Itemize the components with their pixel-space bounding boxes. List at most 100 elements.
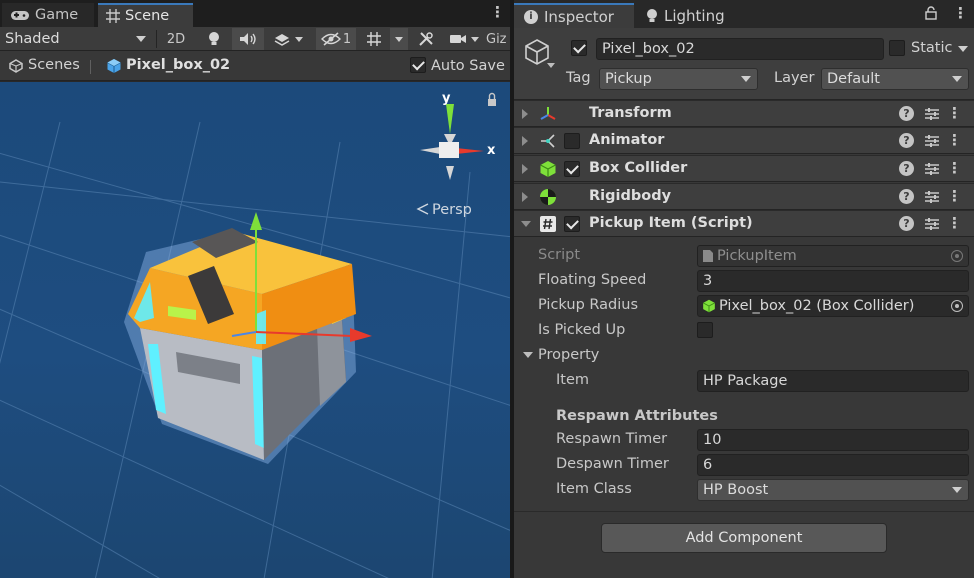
lock-icon[interactable] <box>925 6 937 20</box>
tab-game[interactable]: Game <box>2 3 94 27</box>
transform-icon <box>540 107 556 120</box>
script-icon <box>540 216 556 232</box>
camera-settings-dropdown[interactable] <box>444 28 484 50</box>
breadcrumb-object[interactable]: Pixel_box_02 <box>126 57 230 73</box>
foldout-arrow-icon[interactable] <box>522 109 528 119</box>
help-icon[interactable]: ? <box>899 106 914 121</box>
gizmo-center-cube[interactable] <box>439 142 459 158</box>
lighting-toggle-button[interactable] <box>200 28 228 50</box>
help-icon[interactable]: ? <box>899 133 914 148</box>
component-divider <box>514 511 974 512</box>
grid-options-dropdown[interactable] <box>390 28 408 50</box>
component-enabled-checkbox[interactable] <box>564 216 580 232</box>
component-enabled-checkbox[interactable] <box>564 133 580 149</box>
is-picked-up-label: Is Picked Up <box>538 322 626 338</box>
breadcrumb-scenes[interactable]: Scenes <box>28 57 80 73</box>
static-dropdown-chevron-icon[interactable] <box>958 46 968 52</box>
2d-toggle-button[interactable]: 2D <box>160 28 192 50</box>
component-animator[interactable]: Animator ? ⋮ <box>514 127 974 154</box>
static-label: Static <box>911 40 953 56</box>
scene-panel-menu-icon[interactable]: ⋮ <box>490 3 505 21</box>
projection-label[interactable]: Persp <box>432 202 472 218</box>
component-transform[interactable]: Transform ? ⋮ <box>514 100 974 127</box>
help-icon[interactable]: ? <box>899 161 914 176</box>
floating-speed-field[interactable]: 3 <box>697 270 969 292</box>
component-box-collider[interactable]: Box Collider ? ⋮ <box>514 155 974 182</box>
component-menu-icon[interactable]: ⋮ <box>947 159 962 177</box>
tab-lighting[interactable]: Lighting <box>636 3 748 28</box>
item-class-dropdown[interactable]: HP Boost <box>697 479 969 501</box>
foldout-arrow-icon[interactable] <box>522 164 528 174</box>
lock-icon[interactable] <box>488 99 496 106</box>
rigidbody-icon <box>540 189 556 205</box>
item-class-value: HP Boost <box>703 482 769 498</box>
gizmo-y-axis[interactable] <box>446 104 454 134</box>
effects-dropdown[interactable] <box>266 28 310 50</box>
gameobject-name-field[interactable]: Pixel_box_02 <box>596 38 884 60</box>
chevron-down-icon <box>952 487 962 493</box>
hidden-count: 1 <box>342 31 352 47</box>
move-handle-y-arrow[interactable] <box>250 212 262 230</box>
static-checkbox[interactable] <box>889 40 905 56</box>
animator-icon <box>541 134 555 148</box>
grid-toggle-button[interactable] <box>360 28 388 50</box>
add-component-button[interactable]: Add Component <box>601 523 887 553</box>
component-rigidbody[interactable]: Rigidbody ? ⋮ <box>514 183 974 210</box>
camera-icon <box>450 35 466 43</box>
inspector-menu-icon[interactable]: ⋮ <box>953 4 968 22</box>
layer-dropdown[interactable]: Default <box>821 68 969 90</box>
tag-dropdown[interactable]: Pickup <box>599 68 758 90</box>
presets-icon[interactable] <box>924 216 940 232</box>
scene-viewport[interactable]: y x Persp <box>0 82 510 578</box>
component-enabled-checkbox[interactable] <box>564 161 580 177</box>
script-file-icon <box>703 250 713 262</box>
component-menu-icon[interactable]: ⋮ <box>947 104 962 122</box>
move-handle-x-arrow[interactable] <box>350 328 372 342</box>
shading-mode-dropdown[interactable]: Shaded <box>0 28 154 50</box>
despawn-timer-field[interactable]: 6 <box>697 454 969 476</box>
is-picked-up-checkbox[interactable] <box>697 322 713 338</box>
presets-icon[interactable] <box>924 189 940 205</box>
tab-scene[interactable]: Scene <box>98 3 193 27</box>
component-menu-icon[interactable]: ⋮ <box>947 131 962 149</box>
audio-toggle-button[interactable] <box>232 28 264 50</box>
orientation-gizmo[interactable]: y x Persp <box>416 91 496 218</box>
property-foldout-icon[interactable] <box>523 352 533 358</box>
tools-button[interactable] <box>414 28 438 50</box>
presets-icon[interactable] <box>924 106 940 122</box>
item-value: HP Package <box>703 373 788 389</box>
pickup-radius-field[interactable]: Pixel_box_02 (Box Collider) <box>697 295 969 317</box>
gameobject-name: Pixel_box_02 <box>602 41 695 57</box>
despawn-timer-value: 6 <box>703 457 713 473</box>
property-label[interactable]: Property <box>538 347 599 363</box>
icon-picker-chevron-icon[interactable] <box>547 63 555 68</box>
component-menu-icon[interactable]: ⋮ <box>947 187 962 205</box>
gizmos-dropdown[interactable]: Giz <box>486 28 510 50</box>
component-pickup-item-script[interactable]: Pickup Item (Script) ? ⋮ <box>514 210 974 237</box>
object-picker-icon[interactable] <box>951 300 963 312</box>
active-checkbox[interactable] <box>571 40 587 56</box>
help-icon[interactable]: ? <box>899 216 914 231</box>
scene-canvas[interactable]: y x Persp <box>0 82 510 578</box>
foldout-arrow-open-icon[interactable] <box>521 221 531 227</box>
inspector-panel: i Inspector Lighting ⋮ Pixel_box_02 Stat… <box>514 0 974 578</box>
help-icon[interactable]: ? <box>899 189 914 204</box>
gizmo-x-axis[interactable] <box>456 148 484 154</box>
tab-lighting-label: Lighting <box>664 6 725 25</box>
presets-icon[interactable] <box>924 133 940 149</box>
prefab-cube-icon <box>107 59 121 73</box>
pixel-box-chest[interactable] <box>124 228 356 464</box>
presets-icon[interactable] <box>924 161 940 177</box>
grid-icon <box>106 9 120 23</box>
tab-inspector[interactable]: i Inspector <box>514 3 634 28</box>
floating-speed-value: 3 <box>703 273 713 289</box>
respawn-timer-value: 10 <box>703 432 722 448</box>
respawn-timer-field[interactable]: 10 <box>697 429 969 451</box>
auto-save-checkbox[interactable] <box>410 57 426 73</box>
object-picker-icon <box>951 250 963 262</box>
item-field[interactable]: HP Package <box>697 370 969 392</box>
foldout-arrow-icon[interactable] <box>522 192 528 202</box>
foldout-arrow-icon[interactable] <box>522 136 528 146</box>
component-menu-icon[interactable]: ⋮ <box>947 214 962 232</box>
scene-visibility-button[interactable]: 1 <box>316 28 356 50</box>
